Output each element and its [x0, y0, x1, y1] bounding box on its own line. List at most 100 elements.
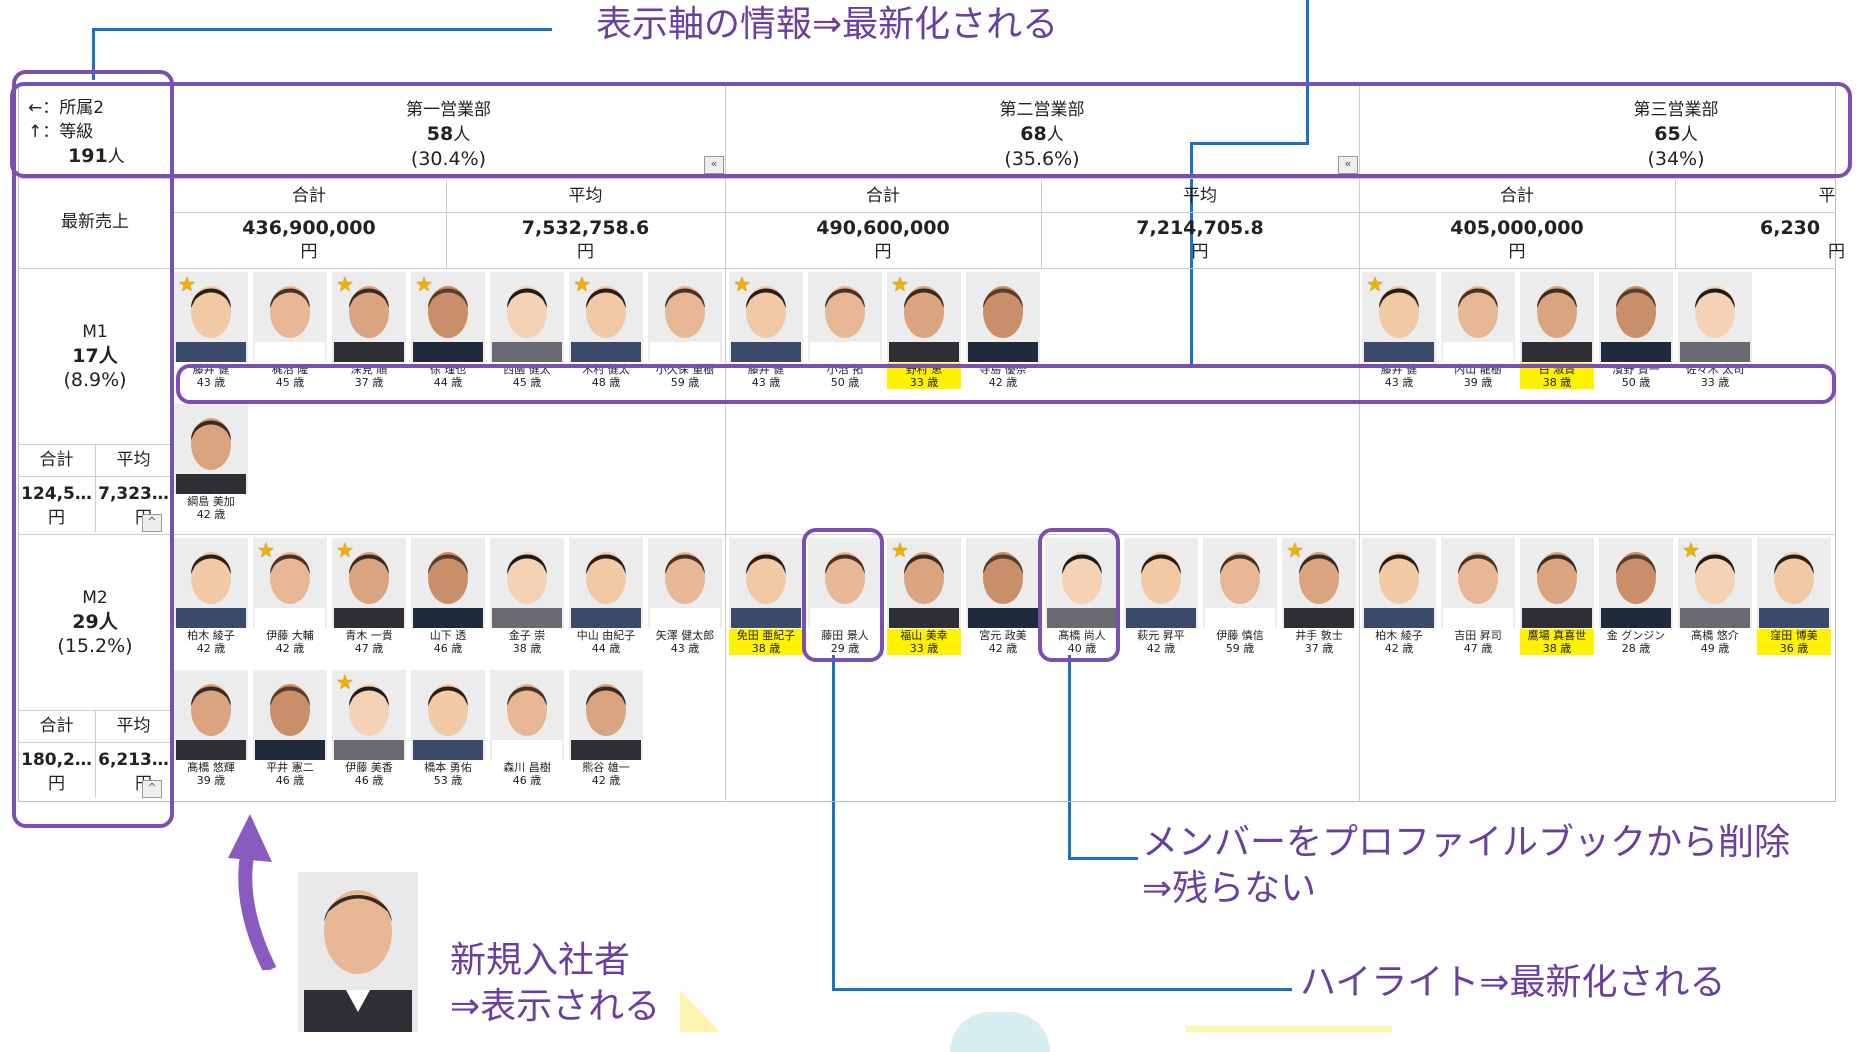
profile-caption: 免田 亜紀子 38 歳: [729, 629, 803, 655]
sales-avg-2: 7,214,705.8 円: [1136, 217, 1264, 262]
profile-caption: 窪田 博美 36 歳: [1757, 629, 1831, 655]
profile-photo: [1441, 272, 1515, 362]
profile-card[interactable]: 髙橋 悠輝 39 歳: [174, 670, 248, 787]
profile-caption: 伊藤 大輔 42 歳: [253, 629, 327, 655]
profile-photo: [1599, 538, 1673, 628]
profile-age: 46 歳: [275, 774, 305, 787]
profile-age: 37 歳: [1304, 642, 1334, 655]
profile-name: 金子 崇: [508, 629, 546, 642]
highlight-connector-h: [832, 988, 1292, 991]
profile-card[interactable]: 鷹場 真喜世 38 歳: [1520, 538, 1594, 655]
profile-caption: 柏木 綾子 42 歳: [174, 629, 248, 655]
sales-avg-1: 7,532,758.6 円: [521, 217, 650, 262]
highlight-annotation: ハイライト⇒最新化される: [1300, 962, 1726, 1003]
sales-sum-1: 436,900,000 円: [242, 217, 376, 262]
profile-caption: 髙橋 悠介 49 歳: [1678, 629, 1752, 655]
profile-card[interactable]: ★ 伊藤 大輔 42 歳: [253, 538, 327, 655]
profile-caption: 山下 透 46 歳: [411, 629, 485, 655]
removed-member-box: [1038, 528, 1120, 662]
profile-photo: [966, 272, 1040, 362]
profile-name: 伊藤 美香: [345, 761, 393, 774]
col-sep-sum3: [1675, 180, 1676, 268]
profile-card[interactable]: 吉田 昇司 47 歳: [1441, 538, 1515, 655]
profile-card[interactable]: ★ 伊藤 美香 46 歳: [332, 670, 406, 787]
name-row-highlight-box: [176, 364, 1836, 404]
profile-card[interactable]: 金 グンジン 28 歳: [1599, 538, 1673, 655]
row-sep-sales: [18, 268, 1836, 269]
profile-photo: [966, 538, 1040, 628]
profile-card[interactable]: ★ 井手 敦士 37 歳: [1282, 538, 1356, 655]
profile-card[interactable]: 窪田 博美 36 歳: [1757, 538, 1831, 655]
profile-age: 43 歳: [670, 642, 700, 655]
profile-name: 熊谷 雄一: [582, 761, 630, 774]
profile-age: 49 歳: [1700, 642, 1730, 655]
profile-age: 42 歳: [988, 642, 1018, 655]
axis-connector-h: [92, 28, 552, 31]
sales-sum-3: 405,000,000 円: [1450, 217, 1584, 262]
profile-age: 46 歳: [354, 774, 384, 787]
profile-card[interactable]: 山下 透 46 歳: [411, 538, 485, 655]
profile-caption: 福山 美幸 33 歳: [887, 629, 961, 655]
profile-name: 井手 敦士: [1295, 629, 1343, 642]
profile-caption: 中山 由紀子 44 歳: [569, 629, 643, 655]
profile-age: 38 歳: [1542, 642, 1572, 655]
profile-card[interactable]: 綱島 美加 42 歳: [174, 404, 248, 521]
profile-card[interactable]: 宮元 政美 42 歳: [966, 538, 1040, 655]
star-icon: ★: [336, 670, 354, 694]
remove-member-annotation-line1: メンバーをプロファイルブックから削除: [1142, 822, 1791, 863]
profile-card[interactable]: 矢澤 健太郎 43 歳: [648, 538, 722, 655]
profile-photo: [648, 538, 722, 628]
profile-card[interactable]: 森川 昌樹 46 歳: [490, 670, 564, 787]
profile-photo: [1678, 272, 1752, 362]
star-icon: ★: [1286, 538, 1304, 562]
profile-age: 59 歳: [1225, 642, 1255, 655]
profile-card[interactable]: 伊藤 慎信 59 歳: [1203, 538, 1277, 655]
axis-highlight-box: [10, 82, 1852, 178]
profile-photo: [569, 670, 643, 760]
profile-photo: [1599, 272, 1673, 362]
profile-card[interactable]: ★ 福山 美幸 33 歳: [887, 538, 961, 655]
avg-label-1: 平均: [568, 186, 603, 206]
profile-photo: [411, 538, 485, 628]
profile-age: 38 歳: [512, 642, 542, 655]
profile-photo: [411, 670, 485, 760]
profile-caption: 宮元 政美 42 歳: [966, 629, 1040, 655]
profile-card[interactable]: 平井 憲二 46 歳: [253, 670, 327, 787]
profile-caption: 萩元 昇平 42 歳: [1124, 629, 1198, 655]
star-icon: ★: [1682, 538, 1700, 562]
profile-card[interactable]: 萩元 昇平 42 歳: [1124, 538, 1198, 655]
profile-age: 53 歳: [433, 774, 463, 787]
profile-caption: 吉田 昇司 47 歳: [1441, 629, 1515, 655]
profile-name: 宮元 政美: [979, 629, 1027, 642]
profile-card[interactable]: ★ 髙橋 悠介 49 歳: [1678, 538, 1752, 655]
profile-name: 髙橋 悠介: [1691, 629, 1739, 642]
profile-card[interactable]: 熊谷 雄一 42 歳: [569, 670, 643, 787]
profile-card[interactable]: 中山 由紀子 44 歳: [569, 538, 643, 655]
profile-age: 47 歳: [1463, 642, 1493, 655]
profile-photo: [490, 272, 564, 362]
profile-photo: [648, 272, 722, 362]
profile-card[interactable]: 柏木 綾子 42 歳: [1362, 538, 1436, 655]
profile-name: 青木 一貴: [345, 629, 393, 642]
profile-name: 髙橋 悠輝: [187, 761, 235, 774]
profile-name: 金 グンジン: [1606, 629, 1666, 642]
new-hire-annotation-line2: ⇒表示される: [450, 986, 661, 1027]
star-icon: ★: [178, 272, 196, 296]
profile-name: 窪田 博美: [1770, 629, 1818, 642]
star-icon: ★: [336, 272, 354, 296]
profile-age: 42 歳: [196, 508, 226, 521]
profile-name: 鷹場 真喜世: [1527, 629, 1587, 642]
profile-card[interactable]: 免田 亜紀子 38 歳: [729, 538, 803, 655]
profile-card[interactable]: ★ 青木 一貴 47 歳: [332, 538, 406, 655]
profile-photo: [729, 538, 803, 628]
profile-age: 42 歳: [591, 774, 621, 787]
profile-caption: 伊藤 慎信 59 歳: [1203, 629, 1277, 655]
profile-card[interactable]: 金子 崇 38 歳: [490, 538, 564, 655]
profile-caption: 柏木 綾子 42 歳: [1362, 629, 1436, 655]
profile-name: 矢澤 健太郎: [655, 629, 715, 642]
profile-age: 39 歳: [196, 774, 226, 787]
profile-card[interactable]: 柏木 綾子 42 歳: [174, 538, 248, 655]
profile-card[interactable]: 橋本 勇佑 53 歳: [411, 670, 485, 787]
row-sep-sum-label: [172, 212, 1836, 213]
row-sep-header: [18, 178, 1836, 179]
